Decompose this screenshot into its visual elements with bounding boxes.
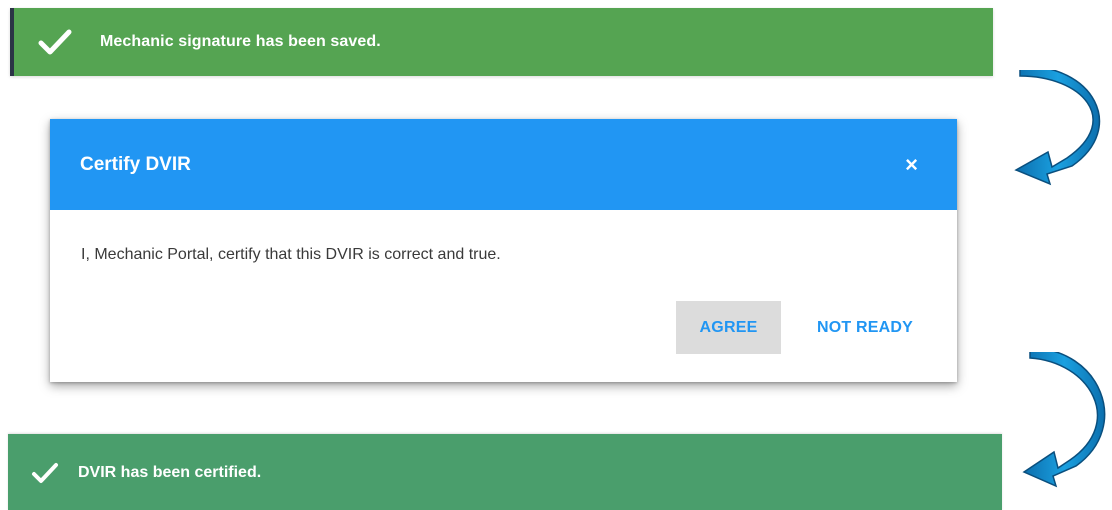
certify-dvir-dialog: Certify DVIR × I, Mechanic Portal, certi… xyxy=(50,119,957,382)
curved-arrow-down-icon xyxy=(1020,347,1112,497)
agree-button[interactable]: AGREE xyxy=(676,301,781,354)
checkmark-icon xyxy=(30,460,60,486)
checkmark-icon xyxy=(36,27,74,57)
curved-arrow-down-icon xyxy=(1012,65,1112,193)
toast-message: DVIR has been certified. xyxy=(78,463,262,481)
dialog-body-text: I, Mechanic Portal, certify that this DV… xyxy=(81,246,501,263)
dialog-actions: AGREE NOT READY xyxy=(676,301,925,354)
toast-message: Mechanic signature has been saved. xyxy=(100,33,381,50)
dialog-title: Certify DVIR xyxy=(80,153,191,175)
workflow-illustration: Mechanic signature has been saved. Certi… xyxy=(0,0,1112,510)
close-icon[interactable]: × xyxy=(905,153,918,176)
not-ready-button[interactable]: NOT READY xyxy=(805,301,925,354)
signature-saved-toast: Mechanic signature has been saved. xyxy=(10,8,993,76)
dialog-header: Certify DVIR × xyxy=(50,119,957,210)
dvir-certified-toast: DVIR has been certified. xyxy=(8,434,1002,510)
